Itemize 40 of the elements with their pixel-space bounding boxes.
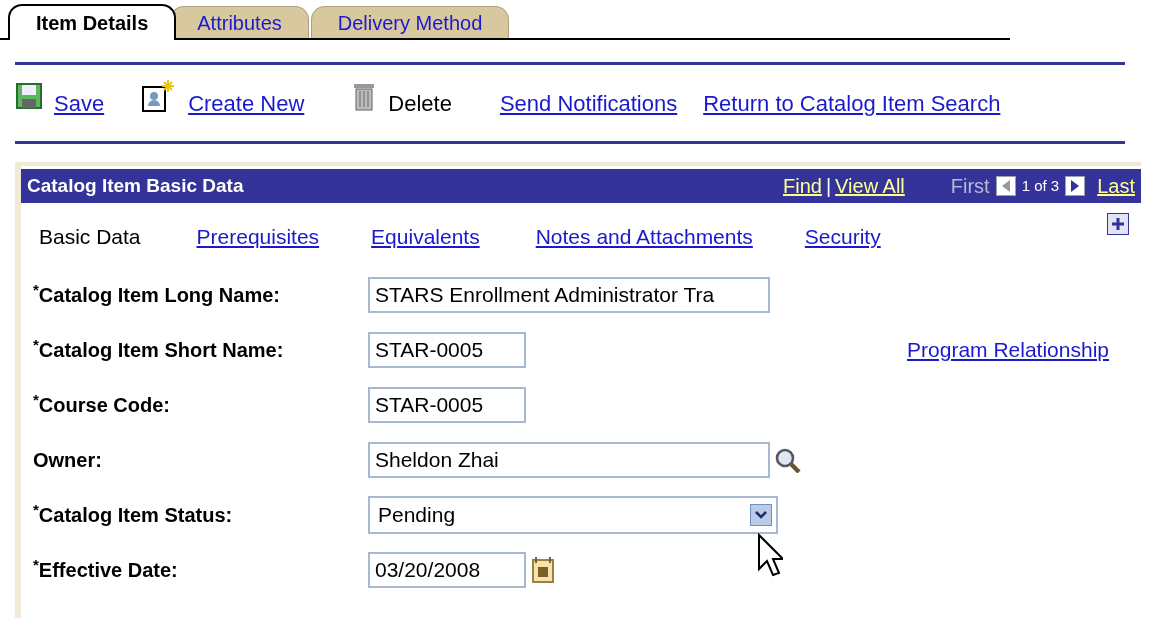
input-field[interactable]: 03/20/2008 — [368, 552, 526, 588]
toolbar-link[interactable]: Return to Catalog Item Search — [703, 86, 1001, 120]
field-label: $^{*}$Course Code: — [33, 390, 171, 418]
pointer-cursor-icon — [757, 533, 783, 579]
add-icon[interactable] — [1107, 213, 1129, 235]
field-label: Owner: — [33, 448, 103, 473]
separator-text: | — [825, 174, 832, 199]
find-link[interactable]: Find — [783, 171, 822, 201]
tab[interactable]: Delivery Method — [310, 6, 510, 38]
subtab-link[interactable]: Security — [804, 221, 881, 253]
toolbar-link[interactable]: Create New — [188, 86, 305, 120]
input-field[interactable]: Sheldon Zhai — [368, 442, 770, 478]
next-icon[interactable] — [1065, 176, 1086, 196]
subtab-link[interactable]: Basic Data — [39, 221, 141, 253]
field-label: $^{*}$Catalog Item Short Name: — [33, 335, 285, 363]
program-relationship-link[interactable]: Program Relationship — [907, 334, 1109, 366]
new-document-icon — [142, 80, 177, 112]
input-field[interactable]: STARS Enrollment Administrator Tra — [368, 277, 770, 313]
panel-title: Catalog Item Basic Data — [27, 173, 244, 198]
status-dropdown[interactable]: Pending — [368, 496, 778, 534]
subtab-link[interactable]: Equivalents — [371, 221, 480, 253]
view-all-link[interactable]: View All — [835, 171, 905, 201]
input-field[interactable]: STAR-0005 — [368, 387, 526, 423]
input-field[interactable]: STAR-0005 — [368, 332, 526, 368]
subtab-link[interactable]: Prerequisites — [196, 221, 320, 253]
previous-icon[interactable] — [995, 176, 1016, 196]
last-link[interactable]: Last — [1097, 171, 1135, 201]
field-label: $^{*}$Catalog Item Status: — [33, 500, 234, 528]
delete-label: Delete — [388, 89, 452, 118]
search-icon[interactable] — [774, 447, 802, 473]
toolbar-link[interactable]: Send Notifications — [499, 86, 678, 120]
subtab-link[interactable]: Notes and Attachments — [535, 221, 753, 253]
trash-can-icon — [352, 81, 377, 111]
calendar-icon[interactable] — [532, 557, 554, 583]
field-label: $^{*}$Catalog Item Long Name: — [33, 280, 281, 308]
page-counter: 1 of 3 — [1021, 175, 1060, 196]
toolbar-link[interactable]: Save — [54, 86, 105, 120]
chevron-down-icon[interactable] — [750, 504, 772, 526]
field-label: $^{*}$Effective Date: — [33, 555, 179, 583]
tab[interactable]: Item Details — [8, 4, 177, 40]
